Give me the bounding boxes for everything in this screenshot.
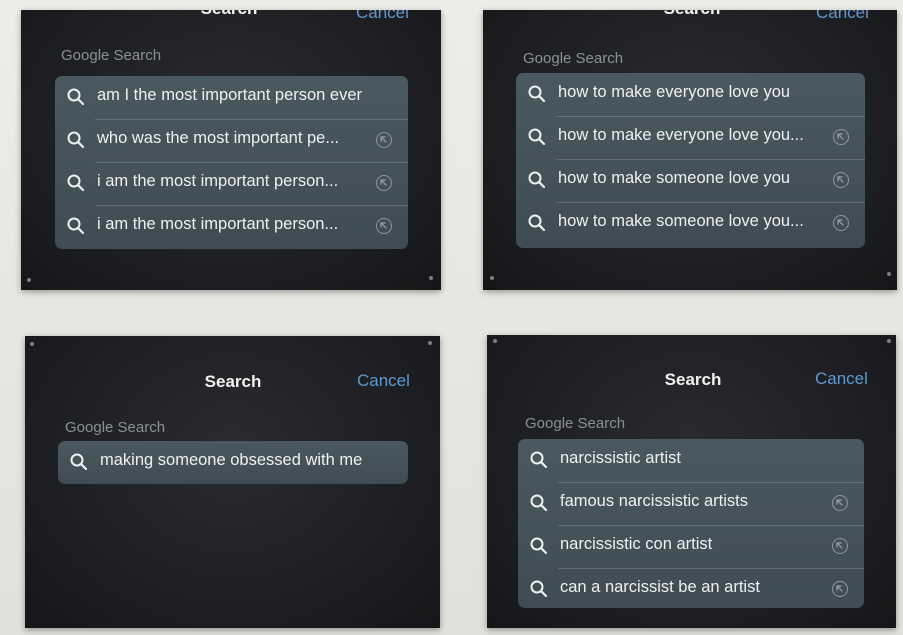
fill-query-arrow-icon[interactable] — [833, 215, 849, 231]
fill-query-arrow-icon[interactable] — [376, 218, 392, 234]
google-search-label: Google Search — [61, 47, 162, 64]
row-divider — [556, 116, 865, 117]
suggestion-row[interactable]: how to make someone love you... — [516, 202, 865, 245]
cancel-button[interactable]: Cancel — [815, 369, 868, 389]
search-icon — [528, 85, 546, 103]
suggestion-row[interactable]: narcissistic artist — [518, 439, 864, 482]
suggestion-row[interactable]: i am the most important person... — [55, 205, 408, 248]
cancel-button[interactable]: Cancel — [357, 371, 410, 391]
poster-bottom-left: Search Cancel Google Search making someo… — [25, 336, 440, 628]
fill-query-arrow-icon[interactable] — [832, 581, 848, 597]
pin — [428, 341, 432, 345]
suggestion-list: making someone obsessed with me — [58, 441, 408, 484]
suggestion-row[interactable]: who was the most important pe... — [55, 119, 408, 162]
poster-top-left: Search Cancel Google Search am I the mos… — [21, 10, 441, 290]
search-title: Search — [664, 370, 722, 389]
google-search-label: Google Search — [525, 415, 626, 432]
suggestion-row[interactable]: i am the most important person... — [55, 162, 408, 205]
search-title: Search — [201, 10, 258, 19]
row-divider — [95, 205, 408, 206]
suggestion-list: am I the most important person ever who w… — [55, 76, 408, 249]
row-divider — [556, 202, 865, 203]
suggestion-row[interactable]: making someone obsessed with me — [58, 441, 408, 484]
search-icon — [528, 214, 546, 232]
cancel-button[interactable]: Cancel — [356, 10, 409, 23]
suggestion-text: how to make someone love you — [558, 169, 791, 187]
search-icon — [530, 451, 548, 469]
suggestion-text: am I the most important person ever — [97, 86, 363, 104]
suggestion-list: how to make everyone love you how to make… — [516, 73, 865, 248]
search-icon — [530, 494, 548, 512]
suggestion-row[interactable]: am I the most important person ever — [55, 76, 408, 119]
pin — [30, 342, 34, 346]
pin — [493, 339, 497, 343]
row-divider — [558, 525, 864, 526]
pin — [490, 276, 494, 280]
suggestion-row[interactable]: how to make everyone love you — [516, 73, 865, 116]
suggestion-text: i am the most important person... — [97, 172, 339, 190]
fill-query-arrow-icon[interactable] — [832, 495, 848, 511]
suggestion-row[interactable]: famous narcissistic artists — [518, 482, 864, 525]
suggestion-list: narcissistic artist famous narcissistic a… — [518, 439, 864, 608]
poster-bottom-right: Search Cancel Google Search narcissistic… — [487, 335, 896, 628]
suggestion-text: narcissistic con artist — [560, 535, 713, 553]
suggestion-text: can a narcissist be an artist — [560, 578, 760, 596]
suggestion-row[interactable]: can a narcissist be an artist — [518, 568, 864, 611]
row-divider — [558, 568, 864, 569]
pin — [27, 278, 31, 282]
row-divider — [558, 482, 864, 483]
suggestion-text: i am the most important person... — [97, 215, 339, 233]
search-icon — [528, 171, 546, 189]
suggestion-row[interactable]: how to make everyone love you... — [516, 116, 865, 159]
search-icon — [67, 88, 85, 106]
search-icon — [67, 131, 85, 149]
suggestion-text: who was the most important pe... — [97, 129, 340, 147]
pin — [429, 276, 433, 280]
suggestion-text: narcissistic artist — [560, 449, 682, 467]
suggestion-text: famous narcissistic artists — [560, 492, 748, 510]
pin — [887, 272, 891, 276]
search-icon — [70, 453, 88, 471]
fill-query-arrow-icon[interactable] — [833, 172, 849, 188]
suggestion-text: how to make everyone love you... — [558, 126, 804, 144]
row-divider — [95, 162, 408, 163]
fill-query-arrow-icon[interactable] — [833, 129, 849, 145]
suggestion-text: making someone obsessed with me — [100, 451, 363, 469]
suggestion-text: how to make everyone love you — [558, 83, 791, 101]
row-divider — [95, 119, 408, 120]
google-search-label: Google Search — [65, 419, 166, 436]
row-divider — [556, 159, 865, 160]
search-title: Search — [204, 372, 262, 391]
fill-query-arrow-icon[interactable] — [376, 175, 392, 191]
search-title: Search — [664, 10, 721, 19]
search-icon — [528, 128, 546, 146]
fill-query-arrow-icon[interactable] — [832, 538, 848, 554]
search-icon — [530, 537, 548, 555]
suggestion-text: how to make someone love you... — [558, 212, 804, 230]
cancel-button[interactable]: Cancel — [816, 10, 869, 23]
suggestion-row[interactable]: how to make someone love you — [516, 159, 865, 202]
fill-query-arrow-icon[interactable] — [376, 132, 392, 148]
pin — [887, 339, 891, 343]
search-icon — [530, 580, 548, 598]
search-icon — [67, 174, 85, 192]
search-icon — [67, 217, 85, 235]
suggestion-row[interactable]: narcissistic con artist — [518, 525, 864, 568]
google-search-label: Google Search — [523, 50, 624, 67]
poster-top-right: Search Cancel Google Search how to make … — [483, 10, 897, 290]
